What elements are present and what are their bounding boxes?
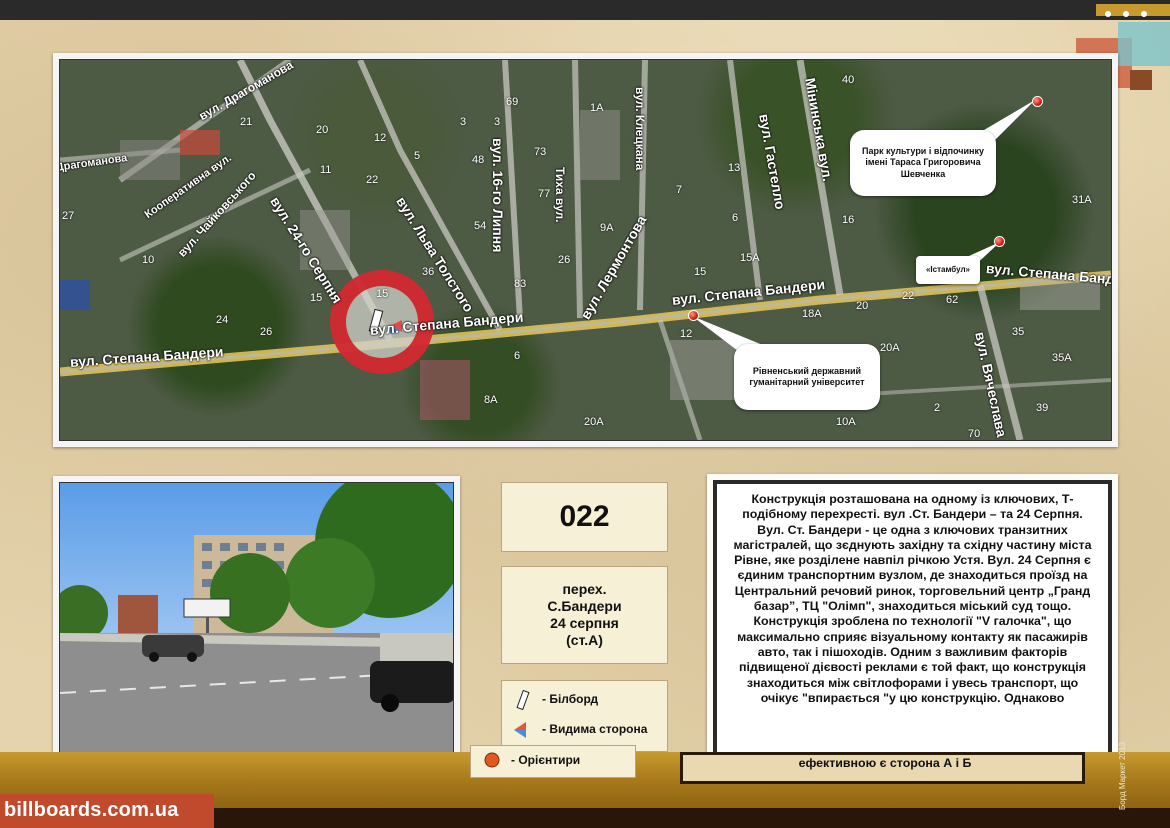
landmark-callout-istambul[interactable]: «Істамбул»: [916, 256, 980, 284]
landmark-callout-park[interactable]: Парк культури і відпочинку імені Тараса …: [850, 130, 996, 196]
top-bar: [0, 0, 1170, 20]
street-photo-image: [60, 483, 453, 759]
street-photo[interactable]: [59, 482, 454, 760]
description-frame: Конструкція розташована на одному із клю…: [707, 474, 1118, 774]
landmark-callout-university[interactable]: Рівненський державний гуманітарний уніве…: [734, 344, 880, 410]
legend-item-billboard: - Білборд: [512, 689, 599, 711]
photo-frame: [53, 476, 460, 766]
legend-item-landmark: - Орієнтири: [481, 750, 580, 770]
callout-pointers: [692, 100, 1035, 360]
map-frame: вул. Степана Бандери вул. Степана Бандер…: [53, 53, 1118, 447]
legend-landmark-box-front: - Орієнтири: [470, 745, 636, 778]
description-text: Конструкція розташована на одному із клю…: [713, 480, 1112, 768]
landmark-pin-icon[interactable]: [688, 310, 699, 321]
location-box: перех. С.Бандери 24 серпня (ст.А): [501, 566, 668, 664]
legend-label: - Білборд: [542, 692, 599, 706]
landmark-dot-icon: [481, 750, 503, 770]
billboard-icon: [512, 689, 534, 711]
location-line: перех.: [562, 581, 607, 597]
landmark-pin-icon[interactable]: [994, 236, 1005, 247]
legend-label: - Видима сторона: [542, 722, 648, 736]
arrow-icon: [512, 719, 534, 739]
brand-logo[interactable]: billboards.com.ua: [0, 794, 214, 828]
map-legend: - Білборд - Видима сторона: [501, 680, 668, 752]
location-line: С.Бандери: [547, 598, 622, 614]
landmark-pin-icon[interactable]: [1032, 96, 1043, 107]
legend-item-visible-side: - Видима сторона: [512, 719, 647, 739]
side-credit: Борд Маркет 2013: [1118, 742, 1127, 810]
location-line: 24 серпня: [550, 615, 619, 631]
board-id: 022: [501, 482, 668, 552]
location-map[interactable]: вул. Степана Бандери вул. Степана Бандер…: [59, 59, 1112, 441]
description-tail: ефективною є сторона А і Б: [798, 756, 972, 770]
location-line: (ст.А): [566, 632, 603, 648]
legend-label: - Орієнтири: [511, 753, 581, 767]
